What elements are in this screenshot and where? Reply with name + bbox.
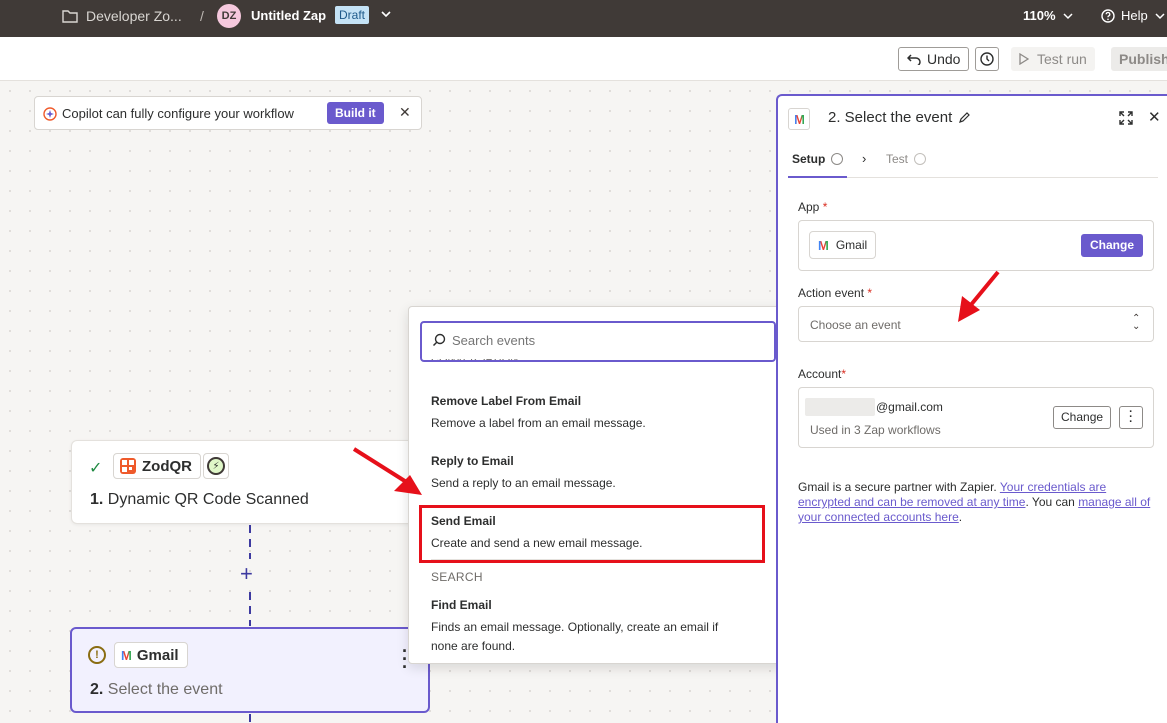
step-card-trigger[interactable]: ✓ ZodQR ⚡ 1. Dynamic QR Code Scanned: [71, 440, 431, 524]
panel-header: M 2. Select the event ✕: [778, 96, 1167, 140]
zodqr-logo-icon: [120, 458, 136, 474]
undo-icon: [907, 54, 921, 65]
zoom-level: 110%: [1023, 8, 1056, 23]
step-title: 1. Dynamic QR Code Scanned: [90, 491, 309, 508]
close-icon[interactable]: ✕: [399, 104, 411, 121]
test-run-button[interactable]: Test run: [1011, 47, 1095, 71]
more-options-icon[interactable]: · · ·: [1119, 406, 1143, 429]
test-run-label: Test run: [1037, 51, 1087, 67]
app-field: M Gmail Change: [798, 220, 1154, 271]
add-step-icon[interactable]: +: [240, 563, 253, 585]
action-event-label: Action event *: [798, 286, 873, 300]
help-menu[interactable]: Help: [1101, 8, 1166, 23]
zap-title[interactable]: Untitled Zap: [251, 8, 326, 23]
tab-test[interactable]: Test: [886, 152, 927, 166]
app-name: Gmail: [136, 646, 179, 664]
chevron-down-icon[interactable]: [379, 7, 393, 21]
expand-icon[interactable]: [1118, 110, 1134, 126]
status-badge: Draft: [335, 6, 370, 24]
breadcrumb-folder[interactable]: Developer Zo...: [62, 8, 182, 24]
history-icon: [980, 52, 994, 66]
event-option-remove-label[interactable]: Remove Label From Email Remove a label f…: [431, 394, 646, 433]
annotation-highlight-box: [419, 505, 765, 563]
account-field: @gmail.com Used in 3 Zap workflows Chang…: [798, 387, 1154, 448]
event-option-reply-to-email[interactable]: Reply to Email Send a reply to an email …: [431, 454, 616, 493]
help-icon: [1101, 8, 1115, 23]
app-chip-gmail: M Gmail: [809, 231, 877, 259]
app-chip-gmail: M Gmail: [114, 642, 188, 668]
copilot-banner: Copilot can fully configure your workflo…: [34, 96, 422, 130]
chevron-right-icon: ›: [862, 151, 867, 166]
event-dropdown: CONVERSATION Remove Label From Email Rem…: [408, 306, 788, 664]
pencil-icon[interactable]: [958, 111, 971, 124]
event-option-find-email[interactable]: Find Email Finds an email message. Optio…: [431, 598, 718, 655]
gmail-logo-icon: M: [788, 108, 810, 130]
breadcrumb-separator: /: [200, 8, 204, 24]
tab-setup[interactable]: Setup: [788, 148, 848, 178]
gmail-logo-icon: M: [121, 647, 132, 663]
help-label: Help: [1121, 8, 1148, 23]
build-it-button[interactable]: Build it: [327, 102, 384, 124]
app-name: ZodQR: [142, 457, 192, 475]
account-usage: Used in 3 Zap workflows: [810, 423, 941, 437]
gmail-logo-icon: M: [818, 237, 829, 253]
undo-label: Undo: [927, 51, 961, 67]
connector-line: [249, 714, 251, 723]
redacted-email: [805, 398, 875, 416]
copilot-text: Copilot can fully configure your workflo…: [62, 106, 294, 121]
play-icon: [1019, 53, 1029, 65]
status-circle-icon: [831, 153, 844, 165]
step-card-action[interactable]: ! M Gmail · · · 2. Select the event: [70, 627, 430, 713]
top-bar: Developer Zo... / DZ Untitled Zap Draft …: [0, 0, 1167, 37]
search-icon: [432, 333, 446, 347]
account-email: @gmail.com: [876, 400, 943, 414]
action-event-select[interactable]: Choose an event ⌃ ⌄: [798, 306, 1154, 342]
copilot-icon: [43, 107, 57, 121]
zoom-control[interactable]: 110%: [1023, 8, 1074, 23]
version-history-button[interactable]: [975, 47, 999, 71]
folder-name: Developer Zo...: [86, 8, 182, 24]
chevron-down-icon: [1155, 12, 1165, 19]
app-chip-zodqr: ZodQR: [113, 453, 201, 479]
check-icon: ✓: [89, 460, 103, 477]
step-config-panel: M 2. Select the event ✕ Setup › Test App…: [776, 94, 1167, 723]
chevron-down-icon: [1063, 12, 1073, 19]
search-events-input[interactable]: [452, 333, 752, 348]
search-events-box[interactable]: [420, 321, 776, 362]
editor-toolbar: Undo Test run Publish: [0, 37, 1167, 81]
change-app-button[interactable]: Change: [1081, 234, 1144, 257]
panel-tabs: Setup › Test: [788, 148, 1158, 178]
trigger-icon: ⚡: [203, 453, 229, 479]
select-arrows-icon: ⌃ ⌄: [1132, 313, 1141, 332]
group-label-search: SEARCH: [431, 570, 483, 584]
app-field-label: App *: [798, 200, 828, 214]
close-icon[interactable]: ✕: [1148, 108, 1161, 126]
connector-line: [249, 592, 251, 626]
step-title: 2. Select the event: [90, 681, 223, 698]
warning-icon: !: [88, 646, 106, 664]
status-circle-icon: [914, 153, 927, 165]
account-label: Account*: [798, 367, 847, 381]
partner-notice: Gmail is a secure partner with Zapier. Y…: [798, 480, 1151, 524]
publish-button[interactable]: Publish: [1111, 47, 1167, 71]
change-account-button[interactable]: Change: [1053, 406, 1112, 429]
connector-line: [249, 525, 251, 559]
folder-icon: [62, 10, 78, 23]
avatar[interactable]: DZ: [217, 4, 241, 28]
panel-title: 2. Select the event: [828, 109, 971, 126]
undo-button[interactable]: Undo: [898, 47, 970, 71]
